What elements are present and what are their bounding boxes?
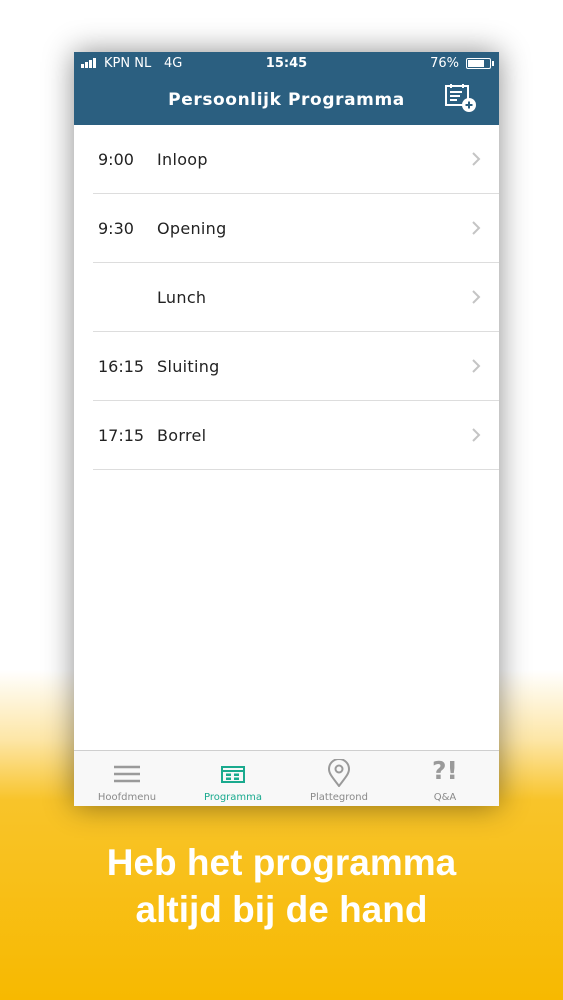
- navigation-bar: Persoonlijk Programma: [74, 74, 499, 125]
- menu-icon: [114, 765, 140, 783]
- tab-qa[interactable]: ?! Q&A: [392, 751, 498, 806]
- program-item-time: 16:15: [98, 357, 145, 376]
- map-pin-icon: [327, 759, 351, 787]
- program-item-title: Lunch: [157, 288, 207, 307]
- promo-caption-line-1: Heb het programma: [106, 842, 457, 883]
- program-item[interactable]: 17:15 Borrel: [74, 401, 499, 470]
- battery-percentage: 76%: [430, 56, 459, 71]
- tab-label: Plattegrond: [310, 792, 368, 803]
- phone-screen: KPN NL 4G 15:45 76% Persoonlijk Programm…: [74, 52, 499, 806]
- chevron-right-icon: [472, 359, 481, 373]
- program-item-title: Borrel: [157, 426, 207, 445]
- program-item-title: Inloop: [157, 150, 208, 169]
- program-item-title: Sluiting: [157, 357, 220, 376]
- tab-label: Hoofdmenu: [97, 792, 157, 803]
- calendar-add-icon: [445, 84, 476, 112]
- promo-caption-line-2: altijd bij de hand: [135, 889, 428, 930]
- page-title: Persoonlijk Programma: [168, 90, 405, 110]
- program-item-time: 9:30: [98, 219, 134, 238]
- battery-icon: [466, 58, 491, 69]
- tab-label: Q&A: [433, 792, 457, 803]
- program-item[interactable]: 16:15 Sluiting: [74, 332, 499, 401]
- program-item-time: 9:00: [98, 150, 134, 169]
- program-icon: [221, 766, 245, 783]
- qa-icon: ?!: [432, 756, 458, 785]
- chevron-right-icon: [472, 290, 481, 304]
- tab-programma[interactable]: Programma: [180, 751, 286, 806]
- chevron-right-icon: [472, 221, 481, 235]
- program-list: 9:00 Inloop 9:30 Opening Lunch 16:15 Slu…: [74, 125, 499, 470]
- chevron-right-icon: [472, 152, 481, 166]
- add-to-program-button[interactable]: [443, 84, 479, 114]
- program-item[interactable]: Lunch: [74, 263, 499, 332]
- program-item-title: Opening: [157, 219, 227, 238]
- tab-label: Programma: [203, 792, 263, 803]
- status-bar: KPN NL 4G 15:45 76%: [74, 52, 499, 74]
- chevron-right-icon: [472, 428, 481, 442]
- tab-plattegrond[interactable]: Plattegrond: [286, 751, 392, 806]
- program-item-time: 17:15: [98, 426, 145, 445]
- program-item[interactable]: 9:30 Opening: [74, 194, 499, 263]
- tab-bar: Hoofdmenu Programma Plattegrond ?! Q&A: [74, 750, 499, 806]
- program-item[interactable]: 9:00 Inloop: [74, 125, 499, 194]
- tab-hoofdmenu[interactable]: Hoofdmenu: [74, 751, 180, 806]
